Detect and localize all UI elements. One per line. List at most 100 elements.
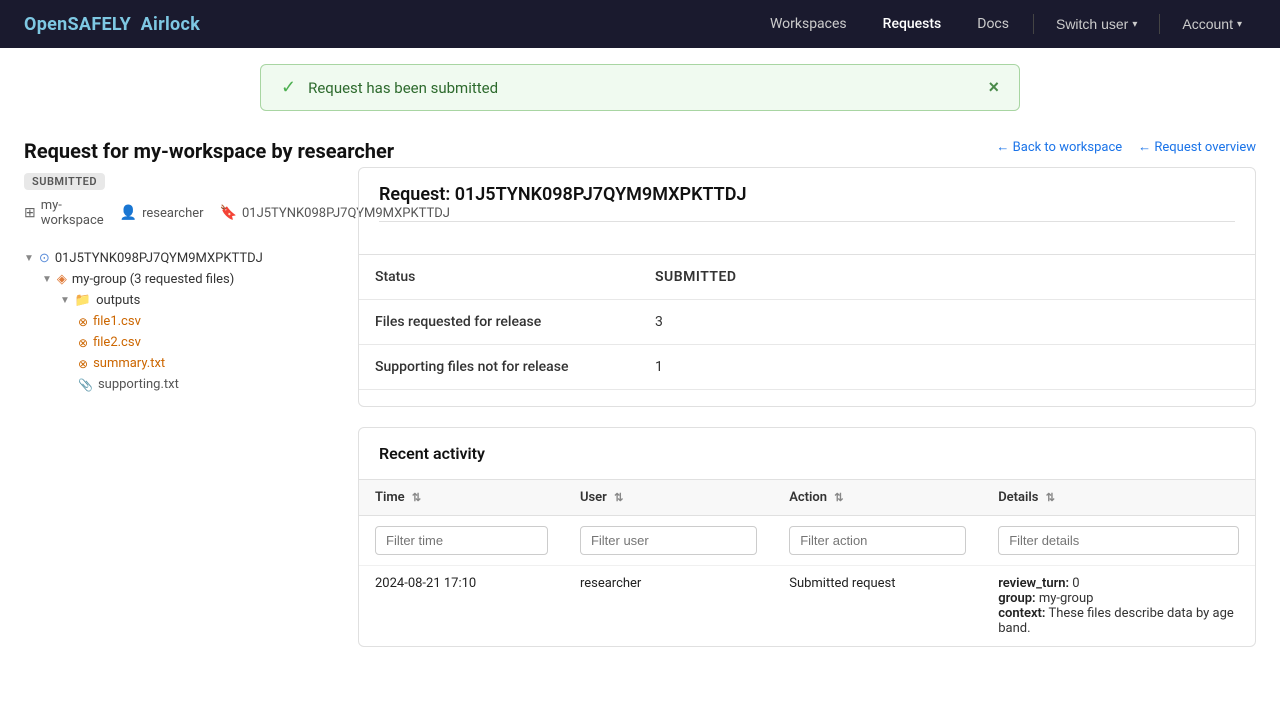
col-details: Details ⇅: [982, 480, 1255, 516]
nav-requests[interactable]: Requests: [867, 10, 958, 38]
header-links: ← Back to workspace ← Request overview: [358, 139, 1256, 155]
col-details-label: Details: [998, 490, 1038, 505]
sidebar: Request for my-workspace by researcher S…: [24, 139, 334, 720]
info-row-supporting: Supporting files not for release 1: [359, 345, 1255, 390]
main-panel: ← Back to workspace ← Request overview R…: [334, 139, 1256, 720]
account-chevron-icon: ▾: [1237, 19, 1242, 30]
col-time-label: Time: [375, 490, 405, 505]
nav-divider2: [1159, 14, 1160, 34]
activity-header-row: Time ⇅ User ⇅ Action ⇅: [359, 480, 1255, 516]
filter-row: [359, 516, 1255, 566]
file-icon-2: ⊗: [78, 357, 88, 371]
account-button[interactable]: Account ▾: [1168, 10, 1256, 38]
tree-group-children: ▼ 📁 outputs ⊗ file1.csv ⊗ file2.csv: [42, 290, 334, 395]
tree-group-label: my-group (3 requested files): [72, 272, 234, 287]
request-overview-link[interactable]: ← Request overview: [1138, 139, 1256, 155]
filter-time-input[interactable]: [375, 526, 548, 555]
detail-line-1: review_turn: 0: [998, 576, 1239, 591]
request-detail-title: Request: 01J5TYNK098PJ7QYM9MXPKTTDJ: [379, 184, 1235, 222]
notification-area: ✓ Request has been submitted ×: [0, 48, 1280, 119]
notification-banner: ✓ Request has been submitted ×: [260, 64, 1020, 111]
tree-folder[interactable]: ▼ 📁 outputs: [60, 290, 334, 311]
info-row-status: Status SUBMITTED: [359, 255, 1255, 300]
page-header-row: Request for my-workspace by researcher S…: [24, 139, 334, 228]
nav-workspaces[interactable]: Workspaces: [754, 10, 863, 38]
user-icon: 👤: [120, 205, 137, 221]
activity-action-0: Submitted request: [773, 566, 982, 647]
workspace-icon: ⊞: [24, 205, 36, 221]
nav-docs[interactable]: Docs: [961, 10, 1025, 38]
tree-file-1[interactable]: ⊗ file2.csv: [78, 332, 334, 353]
request-info-card: Request: 01J5TYNK098PJ7QYM9MXPKTTDJ Stat…: [358, 167, 1256, 407]
content-area: Request for my-workspace by researcher S…: [0, 119, 1280, 720]
meta-workspace: ⊞ my-workspace: [24, 198, 104, 228]
tree-root[interactable]: ▼ ⊙ 01J5TYNK098PJ7QYM9MXPKTTDJ: [24, 248, 334, 269]
sort-details-icon[interactable]: ⇅: [1046, 491, 1055, 504]
col-action: Action ⇅: [773, 480, 982, 516]
tree-files: ⊗ file1.csv ⊗ file2.csv ⊗ summary.txt: [60, 311, 334, 395]
switch-user-label: Switch user: [1056, 16, 1128, 32]
detail-key2: group:: [998, 591, 1035, 606]
status-badge: SUBMITTED: [24, 173, 105, 190]
detail-line-2: group: my-group: [998, 591, 1239, 606]
page-container: ✓ Request has been submitted × Request f…: [0, 48, 1280, 720]
tree-root-caret-icon: ▼: [24, 253, 34, 264]
sort-user-icon[interactable]: ⇅: [614, 491, 623, 504]
sort-time-icon[interactable]: ⇅: [412, 491, 421, 504]
tree-file-3[interactable]: 📎 supporting.txt: [78, 374, 334, 395]
switch-user-button[interactable]: Switch user ▾: [1042, 10, 1151, 38]
tree-folder-caret-icon: ▼: [60, 295, 70, 306]
brand-logo[interactable]: OpenSAFELY Airlock: [24, 14, 200, 35]
tree-root-children: ▼ ◈ my-group (3 requested files) ▼ 📁 out…: [24, 269, 334, 395]
tree-file-2[interactable]: ⊗ summary.txt: [78, 353, 334, 374]
detail-line-3: context: These files describe data by ag…: [998, 606, 1239, 636]
tree-group-caret-icon: ▼: [42, 274, 52, 285]
notification-message: Request has been submitted: [308, 79, 976, 97]
account-label: Account: [1182, 16, 1233, 32]
info-table: Status SUBMITTED Files requested for rel…: [359, 255, 1255, 390]
info-row-files: Files requested for release 3: [359, 300, 1255, 345]
detail-key1: review_turn:: [998, 576, 1069, 591]
brand-part1: OpenSAFELY: [24, 14, 131, 35]
tree-root-icon: ⊙: [39, 251, 50, 266]
brand-part2: Airlock: [141, 14, 200, 35]
nav-links: Workspaces Requests Docs Switch user ▾ A…: [754, 10, 1256, 38]
activity-time-0: 2024-08-21 17:10: [359, 566, 564, 647]
filter-action-input[interactable]: [789, 526, 966, 555]
activity-table: Time ⇅ User ⇅ Action ⇅: [359, 480, 1255, 646]
supporting-value: 1: [639, 345, 1255, 390]
col-user: User ⇅: [564, 480, 773, 516]
tree-group[interactable]: ▼ ◈ my-group (3 requested files): [42, 269, 334, 290]
filter-user-input[interactable]: [580, 526, 757, 555]
tree-file-0[interactable]: ⊗ file1.csv: [78, 311, 334, 332]
status-label: Status: [359, 255, 639, 300]
tree-group-icon: ◈: [57, 272, 67, 287]
detail-val1: 0: [1072, 576, 1079, 591]
files-label: Files requested for release: [359, 300, 639, 345]
back-to-workspace-link[interactable]: ← Back to workspace: [996, 139, 1122, 155]
researcher-label: researcher: [142, 206, 203, 221]
filter-time-cell: [359, 516, 564, 566]
files-value: 3: [639, 300, 1255, 345]
top-navigation: OpenSAFELY Airlock Workspaces Requests D…: [0, 0, 1280, 48]
meta-researcher: 👤 researcher: [120, 205, 204, 221]
nav-divider1: [1033, 14, 1034, 34]
filter-details-input[interactable]: [998, 526, 1239, 555]
tree-root-label: 01J5TYNK098PJ7QYM9MXPKTTDJ: [55, 251, 263, 266]
file-icon-0: ⊗: [78, 315, 88, 329]
activity-section-title: Recent activity: [359, 428, 1255, 480]
activity-user-0: researcher: [564, 566, 773, 647]
id-icon: 🔖: [220, 205, 237, 221]
file-tree: ▼ ⊙ 01J5TYNK098PJ7QYM9MXPKTTDJ ▼ ◈ my-gr…: [24, 248, 334, 395]
detail-val2: my-group: [1039, 591, 1094, 606]
col-user-label: User: [580, 490, 607, 505]
folder-icon: 📁: [75, 293, 91, 308]
filter-details-cell: [982, 516, 1255, 566]
tree-file-name-0: file1.csv: [93, 314, 141, 329]
tree-file-name-3: supporting.txt: [98, 377, 179, 392]
filter-action-cell: [773, 516, 982, 566]
sort-action-icon[interactable]: ⇅: [834, 491, 843, 504]
tree-file-name-1: file2.csv: [93, 335, 141, 350]
notification-close-button[interactable]: ×: [988, 77, 999, 98]
tree-file-name-2: summary.txt: [93, 356, 165, 371]
